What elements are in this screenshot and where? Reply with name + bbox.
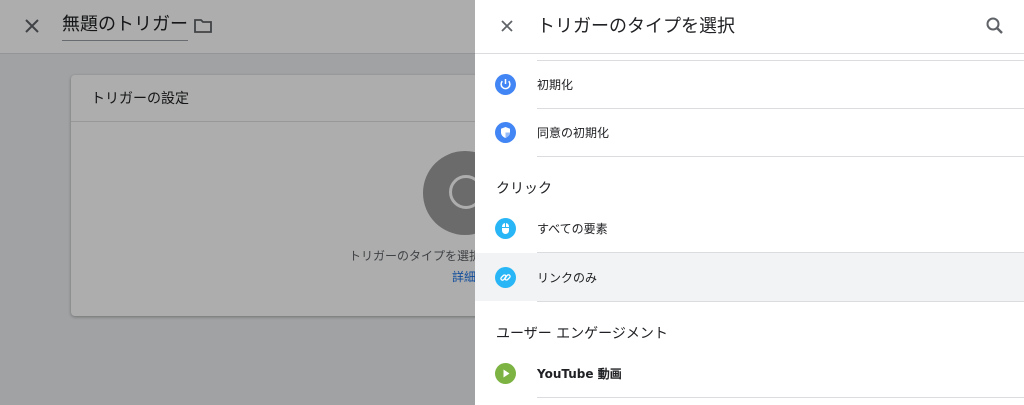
panel-header: トリガーのタイプを選択 (475, 0, 1024, 54)
item-label: 同意の初期化 (537, 126, 610, 140)
mouse-icon (495, 218, 516, 239)
trigger-type-youtube-video[interactable]: YouTube 動画 (475, 350, 1024, 397)
divider (537, 301, 1024, 302)
trigger-type-just-links[interactable]: リンクのみ (475, 253, 1024, 301)
divider (537, 397, 1024, 398)
item-label: 初期化 (537, 78, 574, 92)
section-heading-user-engagement: ユーザー エンゲージメント (496, 326, 668, 342)
play-icon (495, 363, 516, 384)
panel-title: トリガーのタイプを選択 (537, 16, 735, 37)
close-icon[interactable] (495, 14, 519, 38)
trigger-type-all-elements[interactable]: すべての要素 (475, 205, 1024, 252)
trigger-type-initialization[interactable]: 初期化 (475, 61, 1024, 108)
item-label: YouTube 動画 (537, 367, 622, 381)
link-icon (495, 267, 516, 288)
trigger-type-consent-initialization[interactable]: 同意の初期化 (475, 109, 1024, 156)
shield-icon (495, 122, 516, 143)
item-label: すべての要素 (537, 222, 608, 236)
search-icon[interactable] (983, 14, 1007, 38)
section-heading-click: クリック (496, 181, 552, 197)
item-label: リンクのみ (537, 271, 598, 285)
divider (537, 156, 1024, 157)
trigger-type-panel: トリガーのタイプを選択 初期化 同意の初期化 クリック すべての要素 リンクのみ (475, 0, 1024, 405)
power-icon (495, 74, 516, 95)
